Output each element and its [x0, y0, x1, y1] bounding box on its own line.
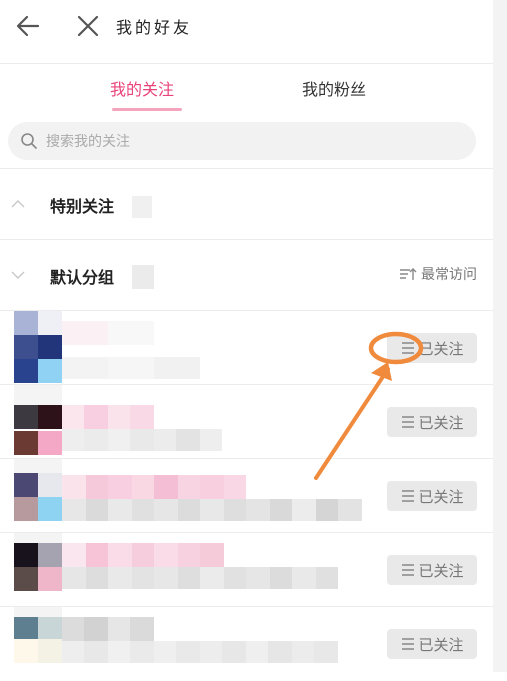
header-divider — [0, 63, 493, 64]
active-tab-indicator — [112, 108, 182, 111]
group-default[interactable]: 默认分组 最常访问 — [0, 240, 493, 310]
row-divider — [0, 384, 493, 385]
blurred-count — [132, 196, 152, 218]
blurred-info — [62, 567, 338, 589]
close-button[interactable] — [70, 8, 106, 44]
tab-fans[interactable]: 我的粉丝 — [302, 76, 366, 100]
followed-button[interactable]: 已关注 — [387, 333, 477, 363]
avatar — [14, 533, 62, 605]
tab-following[interactable]: 我的关注 — [110, 76, 174, 100]
sort-icon — [400, 268, 417, 280]
blurred-info — [62, 641, 338, 663]
list-item[interactable]: 已关注 — [0, 385, 493, 459]
search-input[interactable] — [44, 122, 468, 162]
followed-label: 已关注 — [418, 339, 464, 358]
row-divider — [0, 458, 493, 459]
blurred-info — [62, 499, 362, 521]
list-item[interactable]: 已关注 — [0, 459, 493, 533]
followed-label: 已关注 — [418, 487, 464, 506]
avatar — [14, 607, 62, 679]
followed-label: 已关注 — [418, 413, 464, 432]
list-item[interactable]: 已关注 — [0, 533, 493, 607]
followed-button[interactable]: 已关注 — [387, 407, 477, 437]
chevron-down-icon — [11, 271, 25, 279]
avatar — [14, 311, 62, 383]
search-bar[interactable] — [8, 122, 476, 162]
close-icon — [77, 15, 99, 37]
blurred-name — [62, 405, 154, 429]
blurred-info — [62, 429, 222, 451]
blurred-name — [62, 475, 246, 499]
followed-button[interactable]: 已关注 — [387, 629, 477, 659]
followed-button[interactable]: 已关注 — [387, 481, 477, 511]
list-item[interactable]: 已关注 — [0, 607, 493, 681]
blurred-name — [62, 321, 154, 345]
right-edge-shade — [493, 0, 507, 672]
group-title-special: 特别关注 — [50, 197, 115, 216]
menu-lines-icon — [402, 490, 415, 502]
search-icon — [21, 133, 37, 149]
followed-label: 已关注 — [418, 635, 464, 654]
sort-recent-button[interactable]: 最常访问 — [399, 264, 477, 284]
row-divider — [0, 532, 493, 533]
sort-label: 最常访问 — [421, 267, 477, 283]
page-title: 我的好友 — [116, 18, 193, 37]
top-bar: 我的好友 — [0, 0, 493, 52]
avatar — [14, 385, 62, 457]
blurred-info — [62, 357, 200, 379]
group-special[interactable]: 特别关注 — [0, 169, 493, 239]
avatar — [14, 459, 62, 531]
blurred-name — [62, 543, 224, 567]
blurred-name — [62, 617, 154, 641]
chevron-up-icon — [11, 200, 25, 208]
blurred-count — [132, 265, 154, 289]
followed-label: 已关注 — [418, 561, 464, 580]
row-divider — [0, 606, 493, 607]
menu-lines-icon — [402, 416, 415, 428]
group-title-default: 默认分组 — [50, 268, 115, 287]
list-item[interactable]: 已关注 — [0, 311, 493, 385]
menu-lines-icon — [402, 638, 415, 650]
back-button[interactable] — [10, 8, 46, 44]
menu-lines-icon — [402, 342, 415, 354]
followed-button[interactable]: 已关注 — [387, 555, 477, 585]
menu-lines-icon — [402, 564, 415, 576]
back-arrow-icon — [16, 15, 40, 37]
